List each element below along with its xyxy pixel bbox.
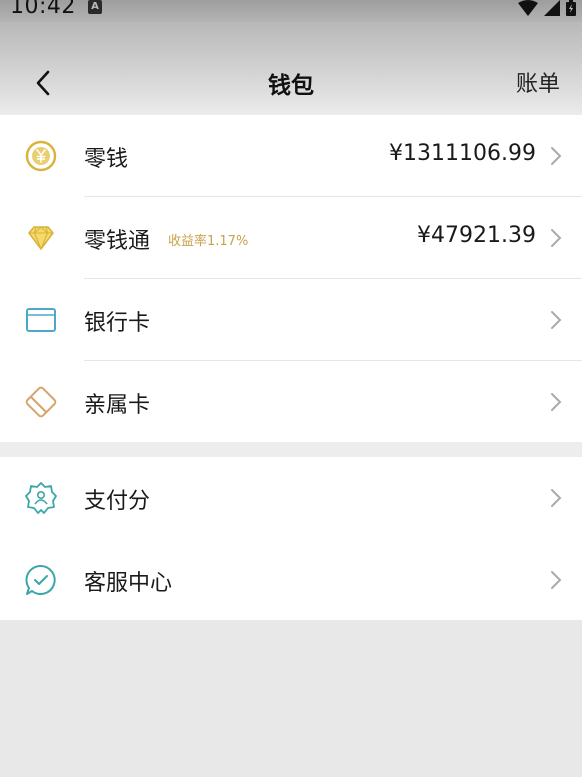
- services-card: 支付分 客服中心: [0, 457, 582, 620]
- wallet-card: 零钱 ¥1311106.99 零钱通 收益率1.17% ¥47921.39 银行…: [0, 115, 582, 442]
- list-item-customer-service[interactable]: 客服中心: [0, 539, 582, 621]
- top-bar: 钱包 账单: [0, 22, 582, 115]
- list-item-label: 银行卡: [84, 311, 151, 336]
- yield-rate-badge: 收益率1.17%: [168, 234, 249, 249]
- chevron-right-icon: [551, 147, 562, 165]
- wallet-page: 10:42 A 钱包 账单 零钱 ¥1311106.99 零钱通 收益率1.17…: [0, 0, 582, 777]
- list-item-label: 亲属卡: [84, 393, 151, 418]
- diamond-icon: [28, 226, 54, 250]
- empty-area: [0, 620, 582, 777]
- chevron-right-icon: [551, 393, 562, 411]
- list-item-bank-card[interactable]: 银行卡: [0, 279, 582, 361]
- list-item-change-fund[interactable]: 零钱通 收益率1.17% ¥47921.39: [0, 197, 582, 279]
- family-card-icon: [25, 386, 57, 418]
- status-icons: [518, 0, 576, 16]
- bank-card-icon: [26, 308, 56, 332]
- chevron-right-icon: [551, 571, 562, 589]
- balance-value: ¥47921.39: [417, 223, 536, 248]
- list-item-family-card[interactable]: 亲属卡: [0, 361, 582, 443]
- status-bar: 10:42 A: [0, 0, 582, 22]
- list-item-label: 零钱: [84, 147, 129, 172]
- chevron-right-icon: [551, 311, 562, 329]
- list-item-label: 零钱通: [84, 229, 151, 254]
- page-title: 钱包: [268, 73, 314, 99]
- customer-service-icon: [25, 564, 56, 595]
- list-item-label: 支付分: [84, 489, 151, 514]
- yuan-coin-icon: [25, 140, 57, 172]
- bill-link[interactable]: 账单: [516, 66, 560, 98]
- status-time: 10:42: [10, 0, 76, 19]
- balance-value: ¥1311106.99: [389, 141, 536, 166]
- chevron-right-icon: [551, 489, 562, 507]
- signal-icon: [544, 0, 560, 16]
- chevron-right-icon: [551, 229, 562, 247]
- list-item-label: 客服中心: [84, 571, 173, 596]
- list-item-pay-score[interactable]: 支付分: [0, 457, 582, 539]
- list-item-change[interactable]: 零钱 ¥1311106.99: [0, 115, 582, 197]
- pay-score-badge-icon: [25, 482, 57, 514]
- a-square-icon: A: [88, 0, 102, 14]
- battery-icon: [566, 0, 576, 16]
- wifi-icon: [518, 0, 538, 16]
